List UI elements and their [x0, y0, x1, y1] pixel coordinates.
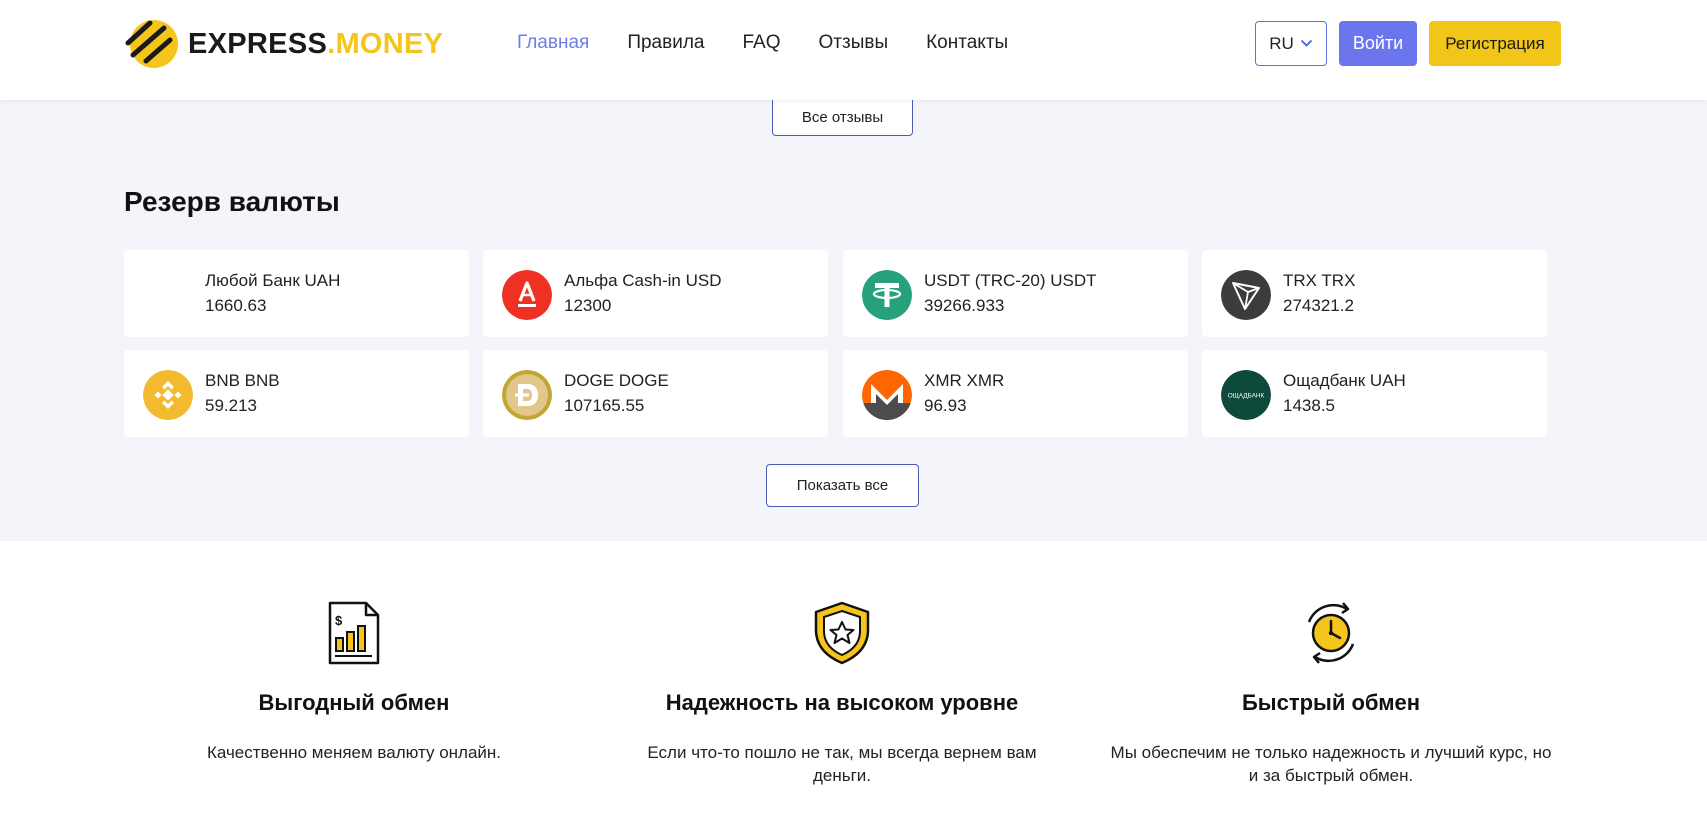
- nav-item-faq[interactable]: FAQ: [742, 30, 780, 56]
- reserve-card[interactable]: ОЩАДБАНК Ощадбанк UAH 1438.5: [1202, 350, 1547, 437]
- chevron-down-icon: [1300, 39, 1312, 47]
- svg-text:ОЩАДБАНК: ОЩАДБАНК: [1228, 393, 1265, 400]
- reserve-card[interactable]: XMR XMR 96.93: [843, 350, 1188, 437]
- nav-item-home[interactable]: Главная: [517, 30, 589, 56]
- reserve-card-amount: 12300: [564, 296, 612, 315]
- feature-title: Надежность на высоком уровне: [665, 690, 1019, 715]
- monero-icon: [862, 370, 912, 420]
- language-select[interactable]: RU: [1255, 21, 1327, 66]
- feature-description: Если что-то пошло не так, мы всегда верн…: [647, 743, 1037, 785]
- reserve-card-name: Ощадбанк UAH: [1283, 371, 1406, 390]
- reserve-section: Все отзывы Резерв валюты Любой Банк UAH …: [0, 100, 1707, 541]
- reserve-card-name: BNB BNB: [205, 371, 280, 390]
- brand-name-part2: .MONEY: [327, 27, 444, 60]
- reserve-card-name: Альфа Cash-in USD: [564, 271, 722, 290]
- fast-clock-icon: [1307, 602, 1355, 664]
- shield-star-icon: [814, 601, 870, 665]
- brand-name: EXPRESS.MONEY: [188, 28, 443, 61]
- feature-title: Быстрый обмен: [1241, 690, 1420, 715]
- reserve-card[interactable]: BNB BNB 59.213: [124, 350, 469, 437]
- nav-item-reviews[interactable]: Отзывы: [819, 30, 889, 56]
- feature-profitable-exchange: $ Выгодный обмен Качественно меняем валю…: [129, 600, 579, 800]
- logo-mark-icon: [125, 20, 178, 68]
- dogecoin-icon: [502, 370, 552, 420]
- alfa-bank-icon: [502, 270, 552, 320]
- feature-reliability: Надежность на высоком уровне Если что-то…: [617, 600, 1067, 800]
- reserve-card-name: Любой Банк UAH: [205, 271, 341, 290]
- reserve-card[interactable]: USDT (TRC-20) USDT 39266.933: [843, 250, 1188, 337]
- language-value: RU: [1269, 33, 1294, 53]
- nav-item-contacts[interactable]: Контакты: [926, 30, 1008, 56]
- reserve-card-amount: 1660.63: [205, 296, 267, 315]
- brand-logo[interactable]: EXPRESS.MONEY: [124, 17, 443, 71]
- reserve-card-amount: 107165.55: [564, 396, 645, 415]
- reserve-card-name: XMR XMR: [924, 371, 1005, 390]
- nav-item-rules[interactable]: Правила: [627, 30, 704, 56]
- tron-icon: [1221, 270, 1271, 320]
- binance-icon: [143, 370, 193, 420]
- reserve-card-name: TRX TRX: [1283, 271, 1356, 290]
- main-nav: Главная Правила FAQ Отзывы Контакты: [517, 30, 1008, 56]
- site-header: EXPRESS.MONEY Главная Правила FAQ Отзывы…: [0, 0, 1707, 100]
- reserve-card-amount: 59.213: [205, 396, 257, 415]
- reserve-card-amount: 96.93: [924, 396, 967, 415]
- reserve-card[interactable]: Альфа Cash-in USD 12300: [483, 250, 828, 337]
- register-button[interactable]: Регистрация: [1429, 21, 1561, 66]
- profit-report-icon: $: [328, 601, 380, 665]
- login-button[interactable]: Войти: [1339, 21, 1417, 66]
- feature-description: Качественно меняем валюту онлайн.: [206, 743, 502, 762]
- all-reviews-button[interactable]: Все отзывы: [772, 100, 913, 136]
- svg-text:$: $: [335, 613, 343, 628]
- reserve-card-amount: 39266.933: [924, 296, 1005, 315]
- reserve-card-amount: 1438.5: [1283, 396, 1335, 415]
- bank-icon: [143, 270, 193, 320]
- reserve-card[interactable]: DOGE DOGE 107165.55: [483, 350, 828, 437]
- tether-icon: [862, 270, 912, 320]
- reserve-card-name: DOGE DOGE: [564, 371, 669, 390]
- reserve-card[interactable]: TRX TRX 274321.2: [1202, 250, 1547, 337]
- oschadbank-icon: ОЩАДБАНК: [1221, 370, 1271, 420]
- reserve-card-amount: 274321.2: [1283, 296, 1354, 315]
- feature-fast-exchange: Быстрый обмен Мы обеспечим не только над…: [1106, 600, 1556, 800]
- show-all-button[interactable]: Показать все: [766, 464, 919, 507]
- feature-title: Выгодный обмен: [258, 690, 450, 715]
- reserve-card-name: USDT (TRC-20) USDT: [924, 271, 1097, 290]
- feature-description: Мы обеспечим не только надежность и лучш…: [1110, 743, 1552, 785]
- brand-name-part1: EXPRESS: [188, 27, 328, 60]
- reserve-card[interactable]: Любой Банк UAH 1660.63: [124, 250, 469, 337]
- reserve-title: Резерв валюты: [124, 186, 340, 217]
